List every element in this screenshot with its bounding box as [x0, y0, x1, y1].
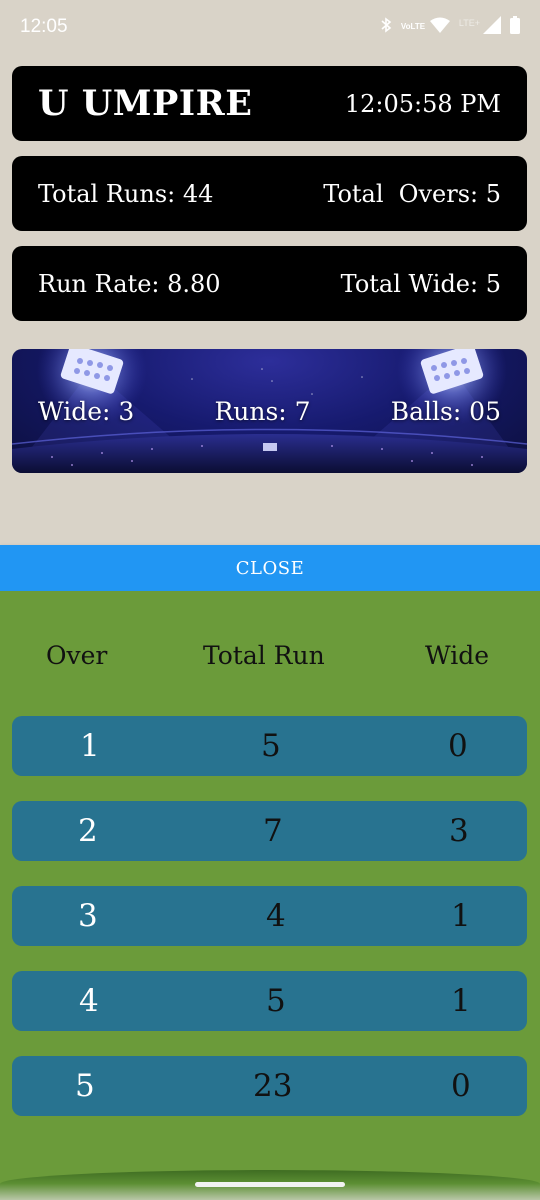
- app-title: U UMPIRE: [38, 83, 253, 124]
- over-total-run: 7: [263, 813, 283, 849]
- clock: 12:05:58 PM: [344, 89, 501, 118]
- over-total-run: 4: [266, 898, 286, 934]
- over-row[interactable]: 3 4 1: [12, 886, 527, 946]
- current-balls: Balls: 05: [390, 396, 501, 426]
- over-number: 3: [78, 898, 98, 934]
- over-row[interactable]: 5 23 0: [12, 1056, 527, 1116]
- current-wide: Wide: 3: [38, 396, 135, 426]
- over-number: 1: [80, 728, 100, 764]
- over-row[interactable]: 2 7 3: [12, 801, 527, 861]
- over-row[interactable]: 4 5 1: [12, 971, 527, 1031]
- totals-card: Total Runs: 44 Total Overs: 5: [12, 156, 527, 231]
- over-wide: 0: [448, 728, 468, 764]
- over-wide: 3: [449, 813, 469, 849]
- wifi-icon: [429, 17, 450, 38]
- over-total-run: 23: [253, 1068, 293, 1104]
- total-runs: Total Runs: 44: [38, 179, 214, 208]
- current-over-banner: Wide: 3 Runs: 7 Balls: 05: [12, 349, 527, 473]
- column-header-over: Over: [46, 641, 108, 670]
- total-overs: Total Overs: 5: [323, 179, 501, 208]
- over-total-run: 5: [266, 983, 286, 1019]
- current-runs: Runs: 7: [214, 396, 311, 426]
- over-number: 4: [79, 983, 99, 1019]
- home-indicator[interactable]: [195, 1182, 345, 1187]
- volte-indicator: VoLTE: [400, 22, 426, 31]
- bluetooth-icon: [380, 16, 392, 38]
- column-header-wide: Wide: [425, 641, 490, 670]
- over-total-run: 5: [261, 728, 281, 764]
- signal-icon: [483, 15, 501, 39]
- run-rate: Run Rate: 8.80: [38, 269, 221, 298]
- close-button[interactable]: CLOSE: [0, 545, 540, 591]
- header-card: U UMPIRE 12:05:58 PM: [12, 66, 527, 141]
- over-wide: 1: [451, 983, 471, 1019]
- battery-icon: [510, 15, 520, 39]
- column-header-total-run: Total Run: [203, 641, 325, 670]
- over-wide: 1: [451, 898, 471, 934]
- over-row[interactable]: 1 5 0: [12, 716, 527, 776]
- over-number: 2: [78, 813, 98, 849]
- over-wide: 0: [451, 1068, 471, 1104]
- network-type: LTE+: [458, 18, 480, 28]
- over-number: 5: [75, 1068, 95, 1104]
- status-bar: 12:05 VoLTE LTE+: [0, 0, 540, 54]
- status-time: 12:05: [20, 16, 68, 37]
- total-wide: Total Wide: 5: [340, 269, 501, 298]
- current-over-stats: Wide: 3 Runs: 7 Balls: 05: [12, 349, 527, 473]
- rate-card: Run Rate: 8.80 Total Wide: 5: [12, 246, 527, 321]
- status-icons: VoLTE LTE+: [380, 15, 520, 39]
